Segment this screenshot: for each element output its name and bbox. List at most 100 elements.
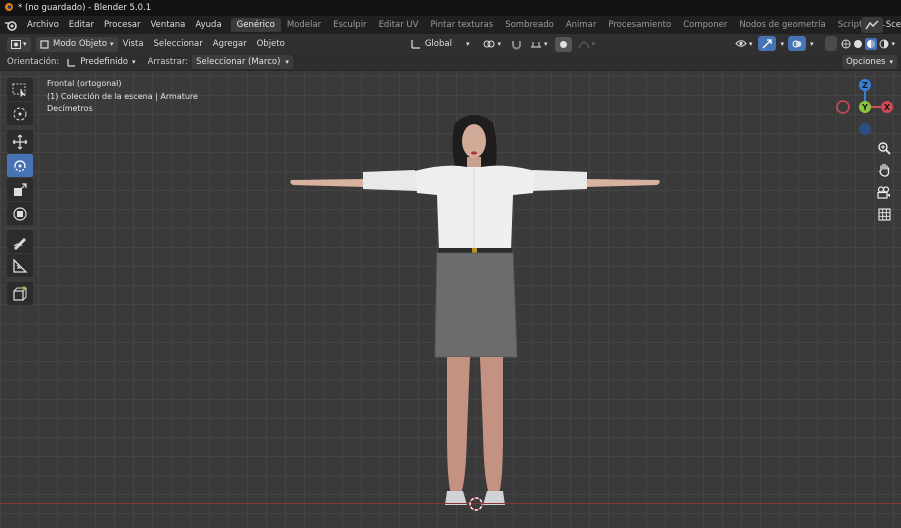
mode-select[interactable]: Modo Objeto ▾ <box>36 36 118 52</box>
xray-toggle[interactable] <box>825 36 838 51</box>
editor-type-button[interactable]: ▾ <box>7 36 31 52</box>
tab-componer[interactable]: Componer <box>677 18 733 32</box>
orientation-dropdown[interactable]: Predefinido ▾ <box>63 55 140 69</box>
overlay-circles-icon <box>792 40 802 47</box>
shading-dropdown-icon[interactable]: ▾ <box>891 40 895 48</box>
tool-select-box[interactable] <box>7 78 33 101</box>
pivot-point-button[interactable]: ▾ <box>479 36 505 52</box>
tool-transform[interactable] <box>7 202 33 225</box>
x-axis-ground-line <box>0 503 901 504</box>
select-box-icon <box>12 83 26 97</box>
collection-info: (1) Colección de la escena | Armature <box>47 91 198 101</box>
tool-move[interactable] <box>7 130 33 153</box>
drag-label: Arrastrar: <box>147 57 189 67</box>
options-label: Opciones <box>846 57 886 67</box>
gizmo-neg-x-axis[interactable] <box>836 100 850 114</box>
menu-vista[interactable]: Vista <box>118 39 149 49</box>
navigation-gizmo[interactable]: Z X Y <box>831 76 901 138</box>
menu-ayuda[interactable]: Ayuda <box>190 20 226 30</box>
cursor-icon <box>13 107 27 120</box>
character-skirt <box>435 253 517 357</box>
measure-icon <box>13 257 28 273</box>
proportional-edit-icon <box>559 40 567 48</box>
tool-scale[interactable] <box>7 178 33 201</box>
camera-icon <box>877 185 890 199</box>
menu-ventana[interactable]: Ventana <box>145 20 190 30</box>
tool-rotate[interactable] <box>7 154 33 177</box>
tab-esculpir[interactable]: Esculpir <box>327 18 372 32</box>
gizmo-toggle[interactable] <box>758 36 777 51</box>
options-dropdown[interactable]: Opciones ▾ <box>842 55 897 69</box>
menu-agregar[interactable]: Agregar <box>208 39 252 49</box>
character-model[interactable] <box>285 109 665 511</box>
material-shading-icon[interactable] <box>865 37 878 50</box>
drag-dropdown[interactable]: Seleccionar (Marco) ▾ <box>192 55 293 69</box>
falloff-icon <box>578 41 589 48</box>
snap-target-button[interactable]: ▾ <box>525 36 552 52</box>
overlays-toggle[interactable] <box>787 36 806 51</box>
transform-icon <box>13 206 27 221</box>
axes-icon <box>411 40 420 49</box>
magnet-icon <box>511 40 521 49</box>
scene-name[interactable]: Sce <box>883 20 901 30</box>
blender-logo-icon <box>4 2 14 15</box>
menu-procesar[interactable]: Procesar <box>99 20 146 30</box>
gizmo-neg-z-axis[interactable] <box>859 123 871 135</box>
pan-button[interactable] <box>874 160 894 180</box>
character-right-arm <box>585 179 660 187</box>
3d-viewport[interactable]: Frontal (ortogonal) (1) Colección de la … <box>0 71 901 528</box>
visibility-button[interactable]: ▾ <box>730 36 757 51</box>
gizmo-arrow-icon <box>762 38 773 48</box>
tab-generico[interactable]: Genérico <box>230 18 281 32</box>
editor-type-icon <box>11 39 21 49</box>
blender-menu-icon[interactable] <box>4 18 18 32</box>
wireframe-shading-icon[interactable] <box>841 39 851 49</box>
zoom-button[interactable] <box>874 138 894 158</box>
object-mode-icon <box>40 39 49 49</box>
zoom-icon <box>877 141 891 155</box>
tool-measure[interactable] <box>7 254 33 277</box>
tab-modelar[interactable]: Modelar <box>281 18 327 32</box>
character-left-sleeve <box>363 170 417 191</box>
character-right-sleeve <box>531 170 587 191</box>
tab-animar[interactable]: Animar <box>560 18 603 32</box>
navigation-buttons <box>874 138 896 226</box>
3d-cursor-icon[interactable] <box>467 496 485 512</box>
snap-toggle[interactable] <box>506 36 526 52</box>
gizmo-z-label: Z <box>862 81 868 90</box>
tab-procesamiento[interactable]: Procesamiento <box>602 18 677 32</box>
top-menu-bar: Archivo Editar Procesar Ventana Ayuda Ge… <box>0 16 901 34</box>
tab-pintar-texturas[interactable]: Pintar texturas <box>424 18 499 32</box>
character-shirt <box>415 165 535 251</box>
mode-label: Modo Objeto <box>53 39 108 49</box>
tool-add-cube[interactable] <box>7 282 33 305</box>
viewport-info: Frontal (ortogonal) (1) Colección de la … <box>47 78 198 116</box>
orientation-label: Orientación: <box>7 57 60 67</box>
tab-sombreado[interactable]: Sombreado <box>499 18 560 32</box>
overlays-dropdown[interactable]: ▾ <box>807 36 816 51</box>
tool-annotate[interactable] <box>7 230 33 253</box>
falloff-button[interactable]: ▾ <box>573 36 600 52</box>
orientation-axes-icon <box>67 58 76 67</box>
camera-view-button[interactable] <box>874 182 894 202</box>
tool-settings-bar: Orientación: Predefinido ▾ Arrastrar: Se… <box>0 54 901 71</box>
menu-seleccionar[interactable]: Seleccionar <box>149 39 208 49</box>
view-name: Frontal (ortogonal) <box>47 79 122 88</box>
scene-icon[interactable] <box>860 17 883 33</box>
menu-editar[interactable]: Editar <box>64 20 99 30</box>
solid-shading-icon[interactable] <box>853 39 863 49</box>
rendered-shading-icon[interactable] <box>879 39 889 49</box>
tab-nodos-geometria[interactable]: Nodos de geometría <box>733 18 831 32</box>
tab-editar-uv[interactable]: Editar UV <box>373 18 425 32</box>
move-icon <box>12 134 28 149</box>
menu-objeto[interactable]: Objeto <box>252 39 290 49</box>
ortho-toggle-button[interactable] <box>874 204 894 224</box>
menu-archivo[interactable]: Archivo <box>22 20 64 30</box>
transform-orientation-select[interactable]: Global ▾ <box>406 36 474 52</box>
add-cube-icon <box>13 285 27 301</box>
scene-selector[interactable]: Sce <box>860 17 901 33</box>
proportional-edit-toggle[interactable] <box>554 36 572 52</box>
units-label: Decímetros <box>47 104 93 113</box>
tool-cursor[interactable] <box>7 102 33 125</box>
gizmo-dropdown[interactable]: ▾ <box>778 36 786 51</box>
